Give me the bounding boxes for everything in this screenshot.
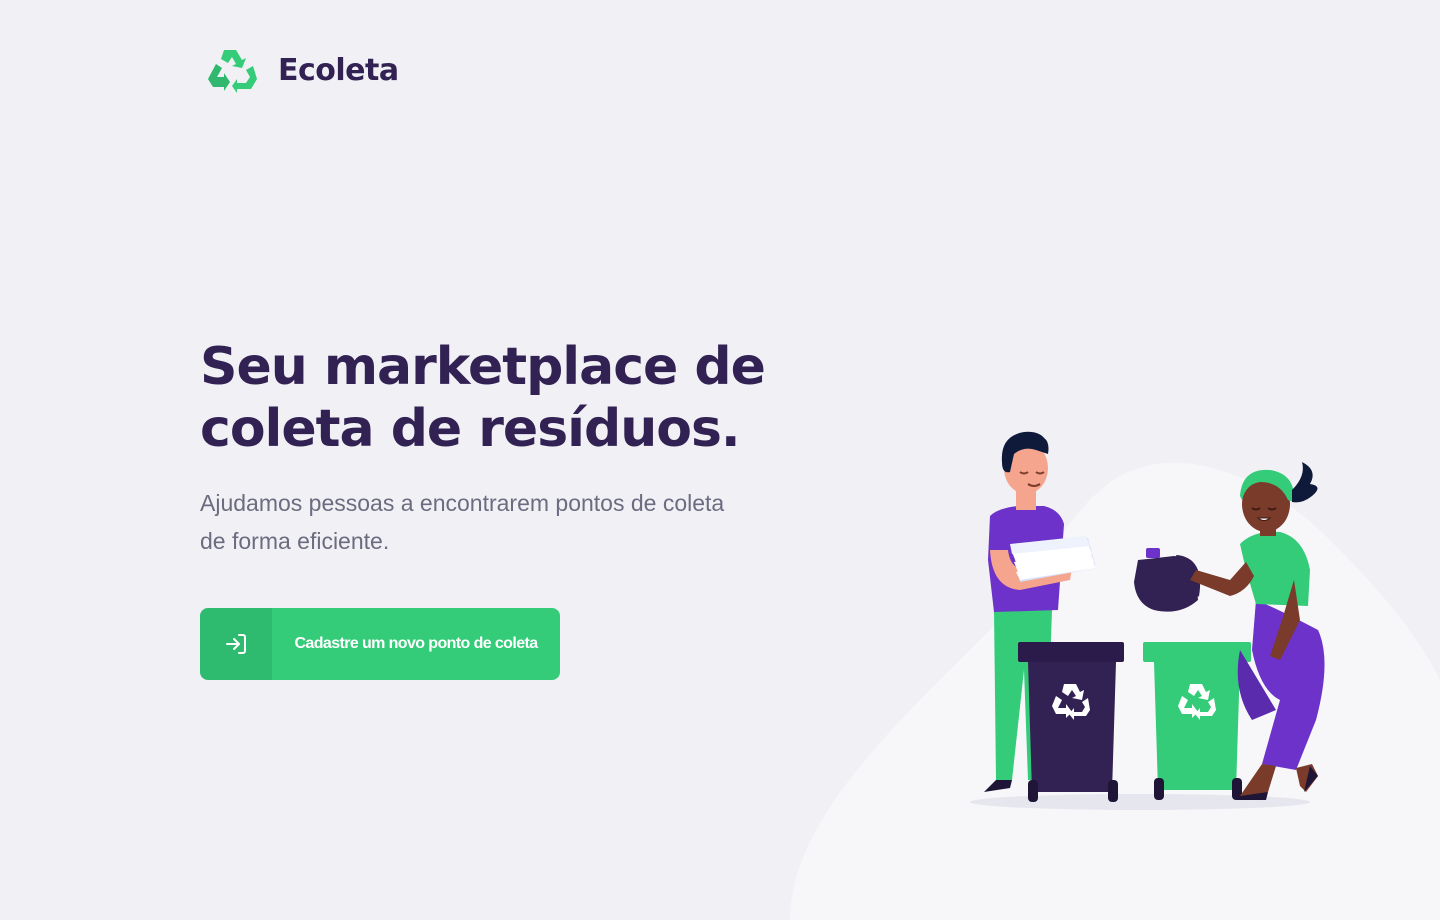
hero-section: Seu marketplace de coleta de resíduos. A… <box>200 336 800 560</box>
people-recycling-illustration <box>970 431 1325 810</box>
recycle-icon <box>208 50 257 93</box>
cta-icon-box <box>200 608 272 680</box>
hero-subtitle-line1: Ajudamos pessoas a encontrarem pontos de… <box>200 490 725 516</box>
hero-title: Seu marketplace de coleta de resíduos. <box>200 336 800 460</box>
cta-label: Cadastre um novo ponto de coleta <box>294 635 538 652</box>
hero-title-line1: Seu marketplace de <box>200 337 766 397</box>
app-name: Ecoleta <box>278 52 399 88</box>
header: Ecoleta <box>206 46 399 94</box>
hero-subtitle: Ajudamos pessoas a encontrarem pontos de… <box>200 484 760 560</box>
hero-title-line2: coleta de resíduos. <box>200 399 741 459</box>
log-in-icon <box>226 634 246 654</box>
register-collection-point-button[interactable]: Cadastre um novo ponto de coleta <box>200 608 560 680</box>
hero-subtitle-line2: de forma eficiente. <box>200 528 390 554</box>
landing-page: Ecoleta Seu marketplace de coleta de res… <box>0 0 1440 920</box>
